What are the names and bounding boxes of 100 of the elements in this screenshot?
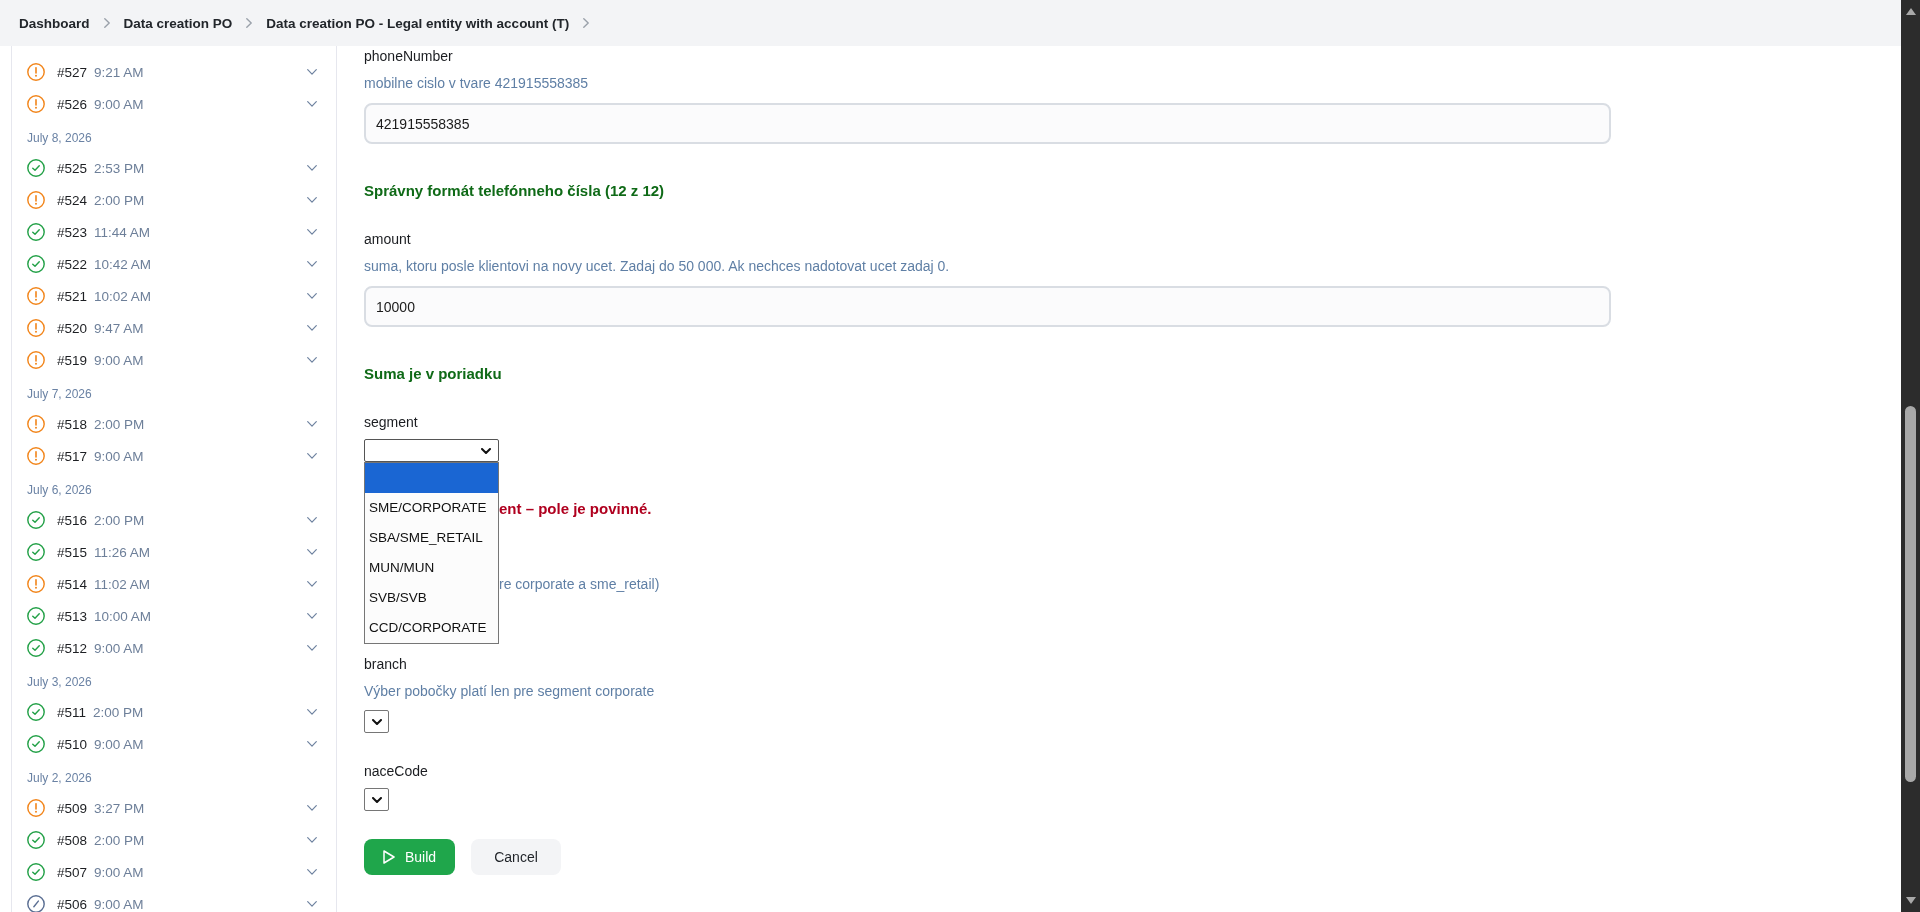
build-number[interactable]: #506	[57, 896, 88, 912]
scroll-down-icon[interactable]	[1905, 897, 1916, 904]
chevron-down-icon[interactable]	[307, 165, 317, 171]
build-time: 2:00 PM	[94, 832, 145, 848]
caret-icon	[371, 718, 382, 725]
chevron-down-icon[interactable]	[307, 709, 317, 715]
chevron-down-icon[interactable]	[307, 357, 317, 363]
select-field[interactable]	[364, 710, 389, 733]
chevron-down-icon[interactable]	[307, 869, 317, 875]
scrollbar-thumb[interactable]	[1905, 406, 1916, 782]
build-time: 9:00 AM	[94, 96, 144, 112]
build-time: 10:42 AM	[94, 256, 152, 272]
exclamation-circle-icon	[27, 351, 45, 369]
field-label: amount	[364, 230, 412, 249]
build-number[interactable]: #527	[57, 64, 88, 80]
input-field[interactable]: 10000	[364, 286, 1611, 327]
build-number[interactable]: #514	[57, 576, 88, 592]
check-circle-icon	[27, 511, 45, 529]
build-time: 11:26 AM	[94, 544, 151, 560]
check-circle-icon	[27, 159, 45, 177]
chevron-right-icon	[583, 18, 590, 28]
build-time: 9:47 AM	[94, 320, 144, 336]
chevron-down-icon[interactable]	[307, 517, 317, 523]
breadcrumb-link[interactable]: Data creation PO	[123, 15, 233, 31]
build-number[interactable]: #516	[57, 512, 88, 528]
breadcrumb-link[interactable]: Data creation PO - Legal entity with account (T)	[266, 15, 570, 31]
cancel-button[interactable]: Cancel	[471, 839, 561, 875]
chevron-down-icon[interactable]	[307, 421, 317, 427]
scroll-up-icon[interactable]	[1905, 8, 1916, 15]
check-circle-icon	[27, 703, 45, 721]
exclamation-circle-icon	[27, 415, 45, 433]
build-number[interactable]: #525	[57, 160, 88, 176]
dropdown-option[interactable]: SVB/SVB	[365, 583, 498, 613]
dropdown-option[interactable]: MUN/MUN	[365, 553, 498, 583]
chevron-down-icon[interactable]	[307, 741, 317, 747]
build-number[interactable]: #507	[57, 864, 88, 880]
build-number[interactable]: #511	[57, 704, 87, 720]
chevron-down-icon[interactable]	[307, 197, 317, 203]
select-field[interactable]	[364, 788, 389, 811]
date-label: July 2, 2026	[27, 771, 92, 785]
check-circle-icon	[27, 735, 45, 753]
input-field[interactable]: 421915558385	[364, 103, 1611, 144]
build-number[interactable]: #522	[57, 256, 88, 272]
chevron-down-icon[interactable]	[307, 453, 317, 459]
chevron-down-icon[interactable]	[307, 613, 317, 619]
build-time: 10:00 AM	[94, 608, 152, 624]
select-field[interactable]	[364, 439, 499, 462]
breadcrumb-link[interactable]: Dashboard	[19, 15, 90, 31]
chevron-down-icon[interactable]	[307, 837, 317, 843]
field-hint: mobilne cislo v tvare 421915558385	[364, 74, 590, 93]
dropdown-option[interactable]: CCD/CORPORATE	[365, 613, 498, 643]
build-number[interactable]: #513	[57, 608, 88, 624]
check-circle-icon	[27, 607, 45, 625]
chevron-down-icon[interactable]	[307, 549, 317, 555]
exclamation-circle-icon	[27, 319, 45, 337]
build-number[interactable]: #515	[57, 544, 88, 560]
build-time: 2:53 PM	[94, 160, 145, 176]
build-time: 9:00 AM	[94, 896, 144, 912]
exclamation-circle-icon	[27, 575, 45, 593]
chevron-down-icon[interactable]	[307, 229, 317, 235]
build-number[interactable]: #519	[57, 352, 88, 368]
exclamation-circle-icon	[27, 287, 45, 305]
chevron-down-icon[interactable]	[307, 805, 317, 811]
build-number[interactable]: #521	[57, 288, 88, 304]
exclamation-circle-icon	[27, 447, 45, 465]
chevron-down-icon[interactable]	[307, 261, 317, 267]
build-number[interactable]: #512	[57, 640, 88, 656]
exclamation-circle-icon	[27, 95, 45, 113]
success-message: Správny formát telefónneho čísla (12 z 12)	[364, 181, 666, 201]
build-time: 2:00 PM	[94, 192, 145, 208]
chevron-down-icon[interactable]	[307, 69, 317, 75]
build-time: 9:00 AM	[94, 352, 144, 368]
build-number[interactable]: #520	[57, 320, 88, 336]
chevron-down-icon[interactable]	[307, 901, 317, 907]
chevron-down-icon[interactable]	[307, 293, 317, 299]
build-number[interactable]: #509	[57, 800, 88, 816]
date-label: July 7, 2026	[27, 387, 92, 401]
dropdown-option[interactable]: SME/CORPORATE	[365, 493, 498, 523]
build-number[interactable]: #523	[57, 224, 88, 240]
chevron-down-icon[interactable]	[307, 325, 317, 331]
field-hint: Výber pobočky platí len pre segment corporate	[364, 682, 656, 701]
chevron-down-icon[interactable]	[307, 645, 317, 651]
build-time: 10:02 AM	[94, 288, 152, 304]
check-circle-icon	[27, 639, 45, 657]
dropdown-option[interactable]: SBA/SME_RETAIL	[365, 523, 498, 553]
build-number[interactable]: #526	[57, 96, 88, 112]
exclamation-circle-icon	[27, 63, 45, 81]
chevron-down-icon[interactable]	[307, 581, 317, 587]
caret-icon	[481, 447, 491, 454]
error-message: ent – pole je povinné.	[499, 499, 653, 519]
build-number[interactable]: #517	[57, 448, 88, 464]
field-label: segment	[364, 413, 419, 432]
chevron-down-icon[interactable]	[307, 101, 317, 107]
field-label: branch	[364, 655, 408, 674]
build-number[interactable]: #510	[57, 736, 88, 752]
field-hint: suma, ktoru posle klientovi na novy ucet. Zadaj do 50 000. Ak nechces nadotovat ucet zadaj 0.	[364, 257, 951, 276]
success-message: Suma je v poriadku	[364, 364, 503, 384]
build-number[interactable]: #508	[57, 832, 88, 848]
build-number[interactable]: #518	[57, 416, 88, 432]
build-number[interactable]: #524	[57, 192, 88, 208]
